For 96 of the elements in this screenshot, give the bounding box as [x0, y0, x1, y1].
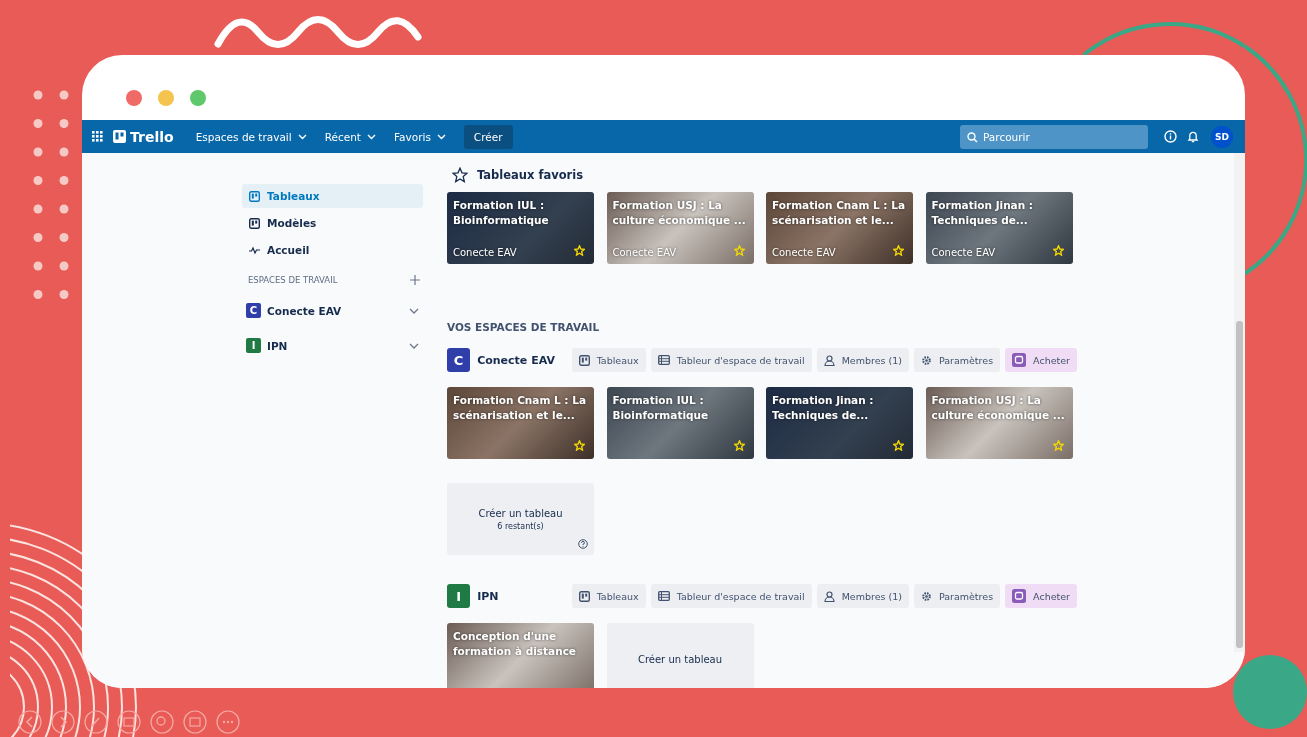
- create-board-label: Créer un tableau: [637, 653, 723, 665]
- bell-icon[interactable]: [1187, 130, 1199, 143]
- template-icon: [249, 217, 260, 229]
- search-field[interactable]: Parcourir: [960, 124, 1148, 149]
- workspace-tab[interactable]: Tableur d'espace de travail: [650, 348, 812, 372]
- board-title: Formation Jinan : Techniques de...: [931, 198, 1035, 228]
- trello-logo[interactable]: Trello: [113, 128, 174, 145]
- workspace-tab[interactable]: Acheter: [1005, 584, 1077, 608]
- workspace-name: Conecte EAV: [477, 353, 556, 367]
- previous-icon[interactable]: [18, 710, 42, 734]
- board-workspace: Conecte EAV: [772, 247, 836, 258]
- board-tile[interactable]: Formation Cnam L : La scénarisation et le... Conecte EAV: [766, 192, 913, 264]
- workspace-tab[interactable]: Tableaux: [571, 348, 646, 372]
- sidebar-item[interactable]: Tableaux: [242, 184, 423, 208]
- star-icon[interactable]: [893, 440, 904, 451]
- chevron-down-icon: [367, 133, 376, 140]
- board-tile[interactable]: Formation Jinan : Techniques de...: [766, 387, 913, 459]
- workspace-tab[interactable]: Paramètres: [913, 584, 1001, 608]
- sidebar-item[interactable]: Modèles: [242, 211, 423, 235]
- section-title: VOS ESPACES DE TRAVAIL: [447, 321, 601, 333]
- workspace-tab[interactable]: Tableaux: [571, 584, 646, 608]
- chevron-down-icon[interactable]: [409, 342, 419, 349]
- person-icon: [823, 590, 835, 602]
- maximize-dot-icon[interactable]: [190, 89, 206, 106]
- user-avatar[interactable]: SD: [1211, 125, 1233, 148]
- board-title: Formation Jinan : Techniques de...: [772, 393, 875, 423]
- next-icon[interactable]: [51, 710, 75, 734]
- nav-menu[interactable]: Récent: [320, 130, 380, 143]
- nav-menu[interactable]: Favoris: [390, 130, 450, 143]
- add-icon[interactable]: [410, 275, 420, 285]
- workspace-badge: C: [447, 348, 471, 372]
- table-icon: [657, 591, 670, 601]
- upgrade-icon: [1012, 589, 1027, 603]
- scrollbar[interactable]: [1234, 153, 1245, 652]
- workspace-badge: C: [246, 303, 261, 318]
- table-icon: [657, 355, 670, 365]
- workspace-tab[interactable]: Membres (1): [816, 584, 909, 608]
- create-board-label: Créer un tableau: [478, 507, 563, 519]
- chevron-down-icon: [436, 133, 446, 140]
- chevron-down-icon: [297, 133, 307, 140]
- apps-grid-icon[interactable]: [92, 131, 103, 142]
- help-icon[interactable]: [578, 539, 588, 549]
- board-tile[interactable]: Formation IUL : Bioinformatique Conecte EAV: [447, 192, 594, 264]
- pen-icon[interactable]: [84, 710, 108, 734]
- section-heading: Tableaux favoris: [477, 168, 584, 182]
- create-board-tile[interactable]: Créer un tableau: [606, 623, 754, 688]
- upgrade-icon: [1012, 353, 1027, 367]
- board-tile[interactable]: Formation IUL : Bioinformatique: [606, 387, 754, 459]
- workspace-badge: I: [246, 338, 261, 353]
- board-title: Formation Cnam L : La scénarisation et le...: [772, 198, 906, 228]
- chevron-down-icon[interactable]: [409, 307, 419, 314]
- workspace-tab[interactable]: Paramètres: [913, 348, 1001, 372]
- workspace-name: IPN: [477, 589, 500, 603]
- workspace-name[interactable]: IPN: [267, 339, 403, 352]
- star-icon[interactable]: [733, 245, 745, 256]
- close-dot-icon[interactable]: [126, 89, 142, 106]
- pulse-icon: [249, 244, 260, 256]
- board-icon: [578, 354, 590, 366]
- board-title: Conception d'une formation à distance: [453, 629, 577, 659]
- board-title: Formation USJ : La culture économique ...: [931, 393, 1066, 423]
- nav-menu[interactable]: Espaces de travail: [191, 130, 311, 143]
- board-title: Formation USJ : La culture économique ...: [612, 198, 747, 228]
- more-icon[interactable]: [216, 710, 240, 734]
- star-icon[interactable]: [574, 245, 585, 256]
- board-tile[interactable]: Formation Cnam L : La scénarisation et le...: [447, 387, 594, 459]
- settings-icon: [920, 354, 932, 366]
- workspace-badge: I: [447, 584, 471, 608]
- minimize-dot-icon[interactable]: [158, 89, 174, 106]
- create-button[interactable]: Créer: [463, 124, 513, 149]
- info-icon[interactable]: [1164, 130, 1177, 143]
- board-icon: [249, 190, 260, 202]
- settings-icon: [920, 590, 932, 602]
- board-title: Formation IUL : Bioinformatique: [453, 198, 550, 228]
- workspace-name[interactable]: Conecte EAV: [267, 304, 403, 317]
- person-icon: [823, 354, 835, 366]
- workspace-tab[interactable]: Acheter: [1005, 348, 1077, 372]
- star-icon[interactable]: [733, 440, 745, 451]
- remaining-count: 6 restant(s): [497, 521, 544, 531]
- slides-icon[interactable]: [117, 710, 141, 734]
- board-icon: [578, 590, 590, 602]
- star-icon[interactable]: [1052, 245, 1064, 256]
- workspace-tab[interactable]: Membres (1): [816, 348, 909, 372]
- star-icon[interactable]: [1052, 440, 1064, 451]
- sidebar-item[interactable]: Accueil: [242, 238, 423, 262]
- star-icon[interactable]: [574, 440, 585, 451]
- workspace-tab[interactable]: Tableur d'espace de travail: [650, 584, 812, 608]
- board-title: Formation IUL : Bioinformatique: [612, 393, 710, 423]
- star-icon: [452, 167, 468, 183]
- section-title: ESPACES DE TRAVAIL: [248, 275, 338, 285]
- board-workspace: Conecte EAV: [612, 247, 677, 258]
- board-workspace: Conecte EAV: [453, 247, 517, 258]
- create-board-tile[interactable]: Créer un tableau 6 restant(s): [447, 483, 594, 555]
- board-tile[interactable]: Formation Jinan : Techniques de... Conecte EAV: [925, 192, 1073, 264]
- board-title: Formation Cnam L : La scénarisation et le...: [453, 393, 587, 423]
- star-icon[interactable]: [893, 245, 904, 256]
- board-workspace: Conecte EAV: [931, 247, 996, 258]
